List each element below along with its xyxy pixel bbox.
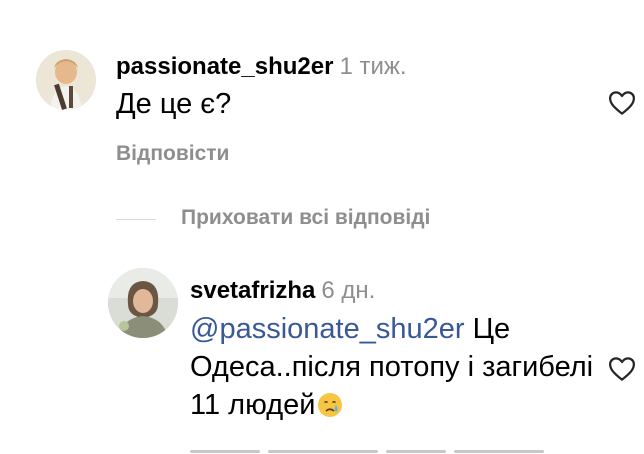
reply-text: @passionate_shu2er Це Одеса..після потоп… — [190, 310, 600, 424]
reply-header: svetafrizha 6 дн. — [190, 276, 375, 306]
replies-divider — [116, 219, 156, 220]
mention-link[interactable]: @passionate_shu2er — [190, 313, 465, 345]
comment-header: passionate_shu2er 1 тиж. — [116, 52, 407, 82]
hide-replies-button[interactable]: Приховати всі відповіді — [181, 206, 430, 230]
avatar[interactable] — [36, 50, 96, 110]
comment-text: Де це є? — [116, 88, 232, 120]
reply-time[interactable]: 6 дн. — [321, 277, 375, 304]
avatar[interactable] — [108, 268, 178, 338]
reply-button[interactable]: Відповісти — [116, 142, 229, 166]
comment-username[interactable]: passionate_shu2er — [116, 53, 333, 80]
heart-icon[interactable] — [607, 88, 637, 118]
reply-username[interactable]: svetafrizha — [190, 277, 315, 304]
heart-icon[interactable] — [607, 354, 637, 384]
comment-time[interactable]: 1 тиж. — [339, 53, 406, 80]
crying-face-emoji-icon — [315, 390, 345, 420]
